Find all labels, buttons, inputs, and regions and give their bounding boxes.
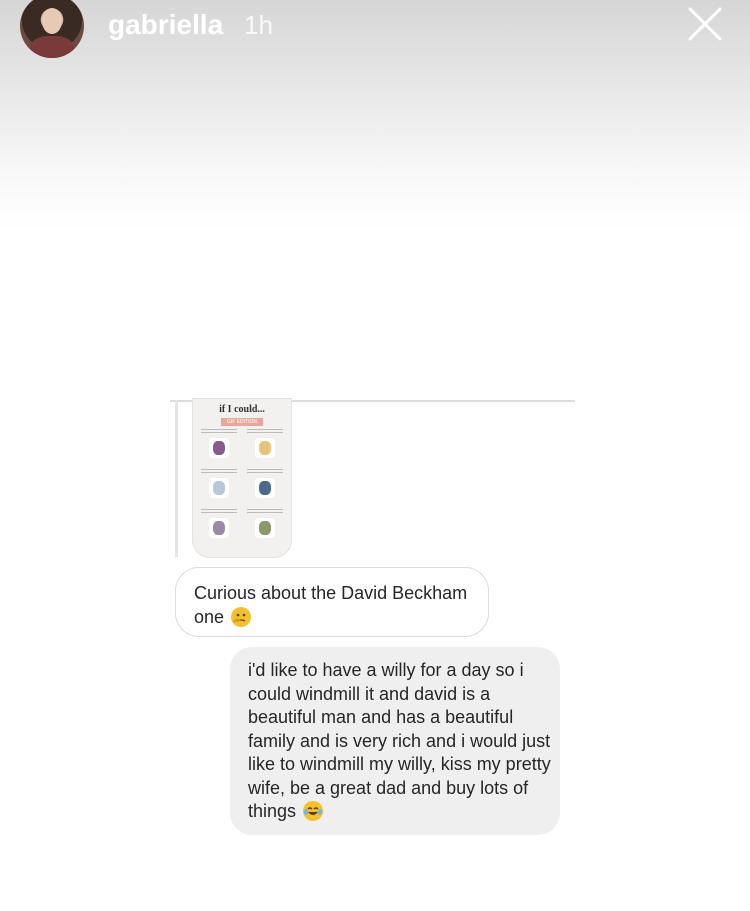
tears-of-joy-icon	[303, 801, 324, 821]
post-cell	[199, 509, 239, 539]
shared-post-tag: GIF EDITION	[221, 418, 263, 426]
story-username[interactable]: gabriella	[108, 9, 223, 41]
received-message-text: Curious about the David Beckham one	[194, 581, 484, 629]
avatar-face	[42, 8, 62, 34]
post-cell	[245, 509, 285, 539]
shared-post-preview[interactable]: if I could... GIF EDITION	[192, 398, 292, 558]
shared-post-title: if I could...	[219, 404, 265, 415]
post-cell	[245, 429, 285, 459]
story-timestamp: 1h	[244, 10, 273, 40]
close-button[interactable]	[685, 4, 725, 44]
post-cell	[199, 469, 239, 499]
received-message-bubble[interactable]: Curious about the David Beckham one	[175, 567, 489, 637]
sent-message-body: i'd like to have a willy for a day so i …	[248, 660, 551, 821]
avatar[interactable]	[20, 0, 84, 58]
avatar-shirt	[30, 36, 74, 58]
sent-message-bubble[interactable]: i'd like to have a willy for a day so i …	[230, 647, 560, 835]
story-header: gabriella 1h	[0, 0, 750, 60]
sent-message-text: i'd like to have a willy for a day so i …	[248, 659, 553, 824]
post-cell	[199, 429, 239, 459]
reply-indicator-line	[175, 400, 178, 557]
close-icon	[688, 7, 722, 41]
thinking-face-icon	[231, 607, 252, 627]
shared-post-tag-label: GIF EDITION	[227, 419, 257, 425]
post-cell	[245, 469, 285, 499]
